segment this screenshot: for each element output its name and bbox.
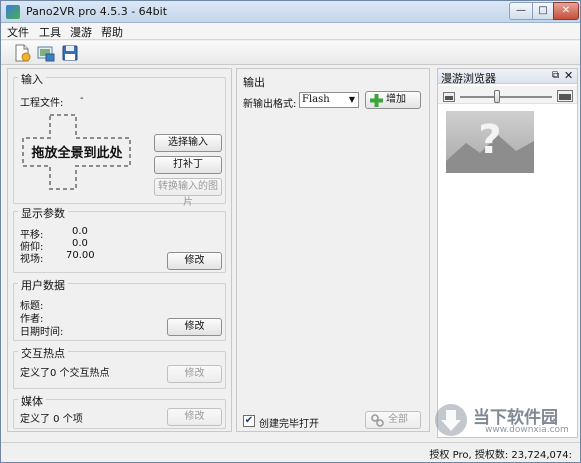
maximize-button[interactable]: □ (532, 2, 554, 20)
small-thumbnail-icon (443, 92, 455, 102)
output-format-select[interactable]: Flash ▼ (299, 92, 359, 108)
slider-thumb[interactable] (493, 90, 500, 103)
tour-browser-panel: 漫游浏览器 ⧉ ✕ ? (437, 68, 578, 438)
patch-button[interactable]: 打补丁 (154, 156, 222, 174)
user-data-title: 用户数据 (18, 277, 68, 293)
hotspots-group: 交互热点 定义了0 个交互热点 修改 (13, 345, 226, 389)
tour-browser-header: 漫游浏览器 ⧉ ✕ (438, 69, 577, 85)
save-button[interactable] (61, 44, 81, 62)
pan-value: 0.0 (72, 226, 88, 237)
display-params-group: 显示参数 平移: 0.0 俯仰: 0.0 视场: 70.00 修改 (13, 205, 226, 273)
minimize-button[interactable]: — (509, 2, 533, 20)
fov-label: 视场: (20, 254, 44, 265)
title-bar[interactable]: Pano2VR pro 4.5.3 - 64bit — □ ✕ (1, 1, 580, 23)
add-plus-icon (370, 94, 383, 107)
user-data-group: 用户数据 标题: 作者: 日期时间: 修改 (13, 277, 226, 341)
build-all-label: 全部 (388, 414, 408, 425)
tilt-value: 0.0 (72, 238, 88, 249)
select-input-button[interactable]: 选择输入 (154, 134, 222, 152)
hotspots-modify-button[interactable]: 修改 (167, 365, 222, 383)
userdata-modify-button[interactable]: 修改 (167, 318, 222, 336)
datetime-label: 日期时间: (20, 327, 64, 338)
output-title: 输出 (243, 76, 265, 89)
add-output-label: 增加 (386, 94, 406, 105)
new-project-button[interactable] (13, 44, 33, 62)
open-on-finish-label: 创建完毕打开 (259, 419, 319, 430)
menu-tools[interactable]: 工具 (39, 24, 61, 40)
project-file-value: - (80, 93, 84, 104)
add-output-button[interactable]: 增加 (365, 91, 421, 109)
app-logo-icon (6, 5, 20, 19)
window-title: Pano2VR pro 4.5.3 - 64bit (26, 5, 168, 18)
close-panel-icon[interactable]: ✕ (564, 69, 573, 82)
menu-bar: 文件 工具 漫游 帮助 (1, 23, 580, 40)
media-modify-button[interactable]: 修改 (167, 408, 222, 426)
slider-track[interactable] (460, 96, 552, 98)
input-group: 输入 工程文件: - 拖放全景到此处 选择输入 打补丁 转换输入的图片 (13, 71, 226, 208)
new-project-icon (15, 44, 31, 62)
output-format-value: Flash (302, 94, 330, 105)
display-modify-button[interactable]: 修改 (167, 252, 222, 270)
question-mark-icon: ? (478, 117, 501, 163)
settings-pane: 输入 工程文件: - 拖放全景到此处 选择输入 打补丁 转换输入的图片 显示参数… (7, 68, 232, 432)
media-summary: 定义了 0 个项 (20, 414, 83, 425)
media-title: 媒体 (18, 393, 46, 409)
panorama-drop-zone[interactable]: 拖放全景到此处 (22, 114, 132, 190)
download-logo-icon (435, 404, 467, 436)
open-button[interactable] (37, 44, 57, 62)
float-panel-icon[interactable]: ⧉ (552, 70, 559, 81)
media-group: 媒体 定义了 0 个项 修改 (13, 393, 226, 429)
fov-value: 70.00 (66, 250, 95, 261)
display-params-title: 显示参数 (18, 205, 68, 221)
menu-file[interactable]: 文件 (7, 24, 29, 40)
panorama-placeholder-thumbnail[interactable]: ? (446, 111, 534, 173)
output-format-label: 新输出格式: (243, 99, 297, 110)
hotspots-summary: 定义了0 个交互热点 (20, 368, 110, 379)
convert-input-button[interactable]: 转换输入的图片 (154, 178, 222, 208)
gears-icon (371, 414, 384, 427)
close-button[interactable]: ✕ (553, 2, 579, 20)
app-window: Pano2VR pro 4.5.3 - 64bit — □ ✕ 文件 工具 漫游… (0, 0, 581, 463)
toolbar (1, 41, 580, 65)
open-on-finish-checkbox[interactable]: ✔ (243, 415, 255, 427)
drop-hint-text: 拖放全景到此处 (31, 146, 123, 161)
license-status: 授权 Pro, 授权数: 23,724,074: (429, 450, 572, 461)
status-bar: 授权 Pro, 授权数: 23,724,074: (1, 442, 580, 462)
tour-browser-title: 漫游浏览器 (441, 72, 496, 85)
chevron-down-icon: ▼ (348, 95, 355, 104)
site-watermark: 当下软件园 www.downxia.com (433, 399, 573, 441)
input-group-title: 输入 (18, 71, 46, 87)
build-all-button[interactable]: 全部 (365, 411, 421, 429)
menu-tour[interactable]: 漫游 (70, 24, 92, 40)
large-thumbnail-icon (557, 90, 573, 102)
open-icon (37, 46, 55, 62)
output-pane: 输出 新输出格式: Flash ▼ 增加 ✔ 创建完毕打开 全部 (236, 68, 430, 432)
menu-help[interactable]: 帮助 (101, 24, 123, 40)
thumbnail-size-slider[interactable] (438, 86, 577, 104)
watermark-url: www.downxia.com (485, 425, 569, 435)
save-icon (62, 45, 78, 61)
project-file-label: 工程文件: (20, 98, 64, 109)
hotspots-title: 交互热点 (18, 345, 68, 361)
